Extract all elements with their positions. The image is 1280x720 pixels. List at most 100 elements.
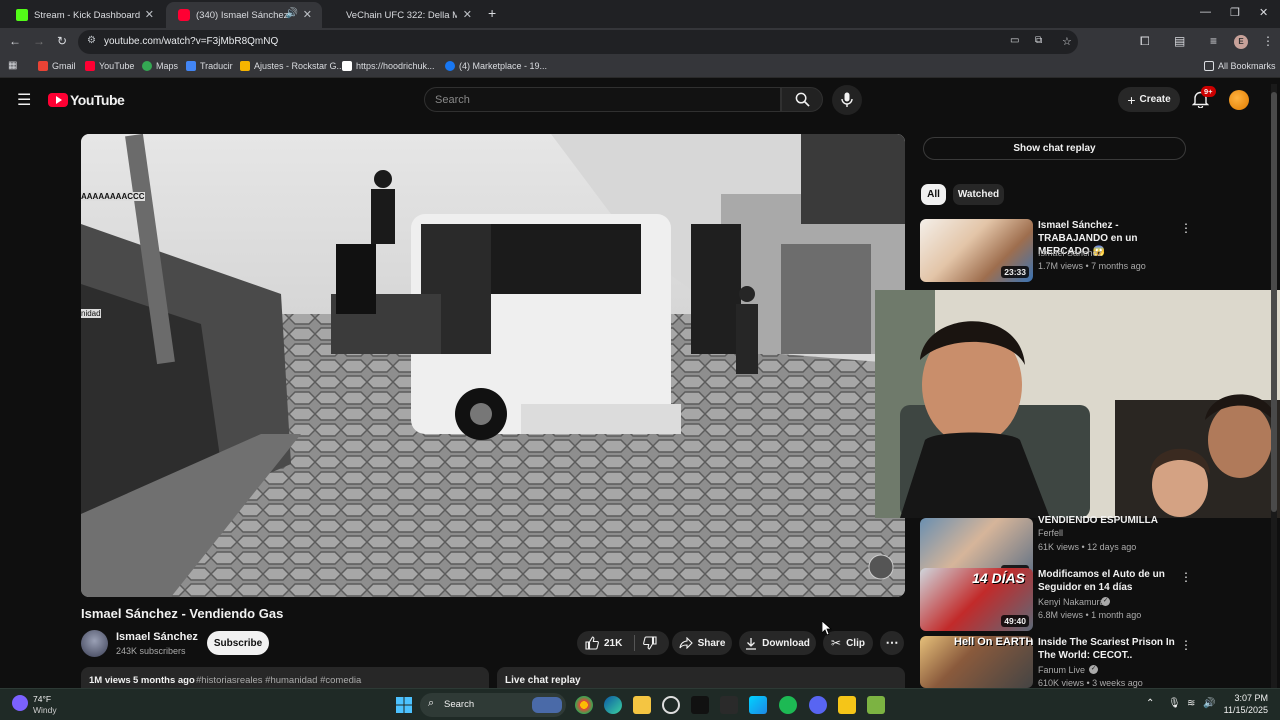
spotify-icon[interactable]	[779, 696, 797, 714]
bookmark-hoodrich[interactable]: https://hoodrichuk...	[342, 61, 435, 71]
tab-kick-dashboard[interactable]: Stream - Kick Dashboard ✕	[4, 2, 164, 28]
share-arrow-icon	[679, 637, 693, 649]
show-chat-replay-button[interactable]: Show chat replay	[923, 137, 1186, 160]
site-info-icon[interactable]: ⚙	[87, 35, 96, 46]
back-icon[interactable]: ←	[9, 34, 21, 48]
more-options-icon[interactable]: ⋮	[1180, 570, 1192, 584]
cast-icon[interactable]: ▭	[1010, 35, 1019, 46]
close-window-icon[interactable]: ✕	[1259, 6, 1268, 19]
clock-time[interactable]: 3:07 PM	[1226, 693, 1268, 703]
all-bookmarks[interactable]: All Bookmarks	[1204, 61, 1276, 71]
tab-youtube-video[interactable]: (340) Ismael Sánchez - Vend 🔊 ✕	[166, 2, 322, 28]
forward-icon[interactable]: →	[33, 34, 45, 48]
apps-grid-icon[interactable]: ▦	[8, 60, 17, 71]
chrome-icon[interactable]	[575, 696, 593, 714]
download-button[interactable]: Download	[739, 631, 816, 655]
scissors-icon: ✂	[831, 636, 842, 650]
recommendation-channel[interactable]: Ferfell	[1038, 528, 1063, 538]
close-tab-icon[interactable]: ✕	[463, 8, 472, 21]
recommendation-channel[interactable]: Kenyi Nakamura	[1038, 597, 1105, 607]
close-tab-icon[interactable]: ✕	[145, 8, 154, 21]
download-icon	[746, 637, 757, 650]
bookmark-maps[interactable]: Maps	[142, 61, 178, 71]
app-icon[interactable]	[867, 696, 885, 714]
thumbs-down-icon[interactable]	[643, 636, 657, 650]
bookmark-star-icon[interactable]: ☆	[1062, 35, 1072, 48]
like-button[interactable]: 21K	[585, 636, 622, 650]
chip-all[interactable]: All	[921, 184, 946, 205]
subscribe-button[interactable]: Subscribe	[207, 631, 269, 655]
bookmark-gmail[interactable]: Gmail	[38, 61, 76, 71]
address-bar[interactable]: ⚙ youtube.com/watch?v=F3jMbR8QmNQ ☆ ⧉ ▭	[78, 30, 1078, 54]
translate-icon[interactable]: ⧉	[1035, 35, 1042, 46]
search-button[interactable]	[781, 87, 823, 112]
app-icon[interactable]	[838, 696, 856, 714]
media-icon[interactable]: ≡	[1210, 34, 1217, 48]
speaker-icon[interactable]: 🔊	[286, 8, 298, 19]
bookmark-rockstar[interactable]: Ajustes - Rockstar G...	[240, 61, 344, 71]
account-avatar[interactable]	[1229, 90, 1249, 110]
recommendation-title[interactable]: Modificamos el Auto de un Seguidor en 14…	[1038, 568, 1178, 594]
profile-avatar[interactable]: E	[1234, 35, 1248, 49]
video-player[interactable]: AAAAAAAACCC nidad	[81, 134, 905, 597]
windows-start-icon[interactable]	[396, 697, 412, 713]
search-input[interactable]: Search	[424, 87, 781, 112]
scrollbar-thumb[interactable]	[1271, 92, 1277, 512]
volume-icon[interactable]: 🔊	[1203, 698, 1215, 709]
search-highlight-image	[532, 697, 562, 713]
tiktok-icon[interactable]	[691, 696, 709, 714]
more-options-icon[interactable]: ⋮	[1180, 638, 1192, 652]
epic-games-icon[interactable]	[720, 696, 738, 714]
taskbar-search[interactable]: ⌕ Search	[420, 693, 566, 717]
create-button[interactable]: + Create	[1118, 87, 1180, 112]
video-thumbnail[interactable]: Hell On EARTH	[920, 636, 1033, 688]
channel-avatar[interactable]	[81, 630, 108, 657]
bookmark-traducir[interactable]: Traducir	[186, 61, 233, 71]
share-button[interactable]: Share	[672, 631, 732, 655]
subscriber-count: 243K subscribers	[116, 646, 186, 656]
bookmark-marketplace[interactable]: (4) Marketplace - 19...	[445, 61, 547, 71]
notification-badge: 9+	[1201, 86, 1216, 97]
thumbs-up-icon	[585, 636, 599, 650]
recommendation-item[interactable]: 23:33 Ismael Sánchez - TRABAJANDO en un …	[920, 219, 1220, 283]
file-explorer-icon[interactable]	[633, 696, 651, 714]
hashtags[interactable]: #historiasreales #humanidad #comedia	[196, 675, 361, 686]
page-scrollbar[interactable]	[1271, 84, 1277, 688]
clock-date[interactable]: 11/15/2025	[1222, 705, 1268, 715]
sidepanel-icon[interactable]: ▤	[1174, 34, 1185, 48]
more-actions-icon[interactable]: ⋯	[880, 631, 904, 655]
tab-vechain-ufc[interactable]: VeChain UFC 322: Della Maddal ✕	[330, 2, 482, 28]
channel-name[interactable]: Ismael Sánchez	[116, 631, 198, 643]
voice-search-button[interactable]	[832, 85, 862, 115]
restore-icon[interactable]: ❐	[1230, 6, 1240, 19]
bookmark-youtube[interactable]: YouTube	[85, 61, 134, 71]
video-thumbnail[interactable]: 14 DÍAS 49:40	[920, 568, 1033, 631]
hamburger-menu-icon[interactable]: ☰	[17, 90, 31, 110]
mic-tray-icon[interactable]: 🎙	[1168, 698, 1181, 709]
recommendation-title[interactable]: Inside The Scariest Prison In The World:…	[1038, 636, 1178, 662]
extensions-icon[interactable]: ⧠	[1140, 34, 1150, 49]
chip-watched[interactable]: Watched	[953, 184, 1004, 205]
minimize-icon[interactable]: —	[1200, 6, 1211, 18]
menu-kebab-icon[interactable]: ⋮	[1262, 34, 1274, 48]
discord-icon[interactable]	[809, 696, 827, 714]
tray-overflow-icon[interactable]: ⌃	[1146, 698, 1154, 709]
notifications-button[interactable]: 9+	[1191, 86, 1216, 113]
recommendation-item[interactable]: 14 DÍAS 49:40 Modificamos el Auto de un …	[920, 568, 1220, 632]
recommendation-channel[interactable]: Fanum Live	[1038, 665, 1085, 675]
recommendation-channel[interactable]: Ismael Sánchez	[1038, 248, 1102, 258]
close-tab-icon[interactable]: ✕	[303, 8, 312, 21]
reload-icon[interactable]: ↻	[57, 34, 67, 48]
video-thumbnail[interactable]: 23:33	[920, 219, 1033, 282]
new-tab-icon[interactable]: +	[488, 5, 496, 21]
recommendation-title[interactable]: VENDIENDO ESPUMILLA	[1038, 514, 1178, 527]
obs-icon[interactable]	[662, 696, 680, 714]
verified-icon: ✓	[1101, 597, 1110, 606]
youtube-logo[interactable]: YouTube	[48, 92, 125, 108]
wifi-icon[interactable]: ≋	[1187, 698, 1195, 709]
play-store-icon[interactable]	[749, 696, 767, 714]
edge-icon[interactable]	[604, 696, 622, 714]
url-text[interactable]: youtube.com/watch?v=F3jMbR8QmNQ	[104, 36, 278, 47]
duration-badge: 49:40	[1001, 615, 1029, 627]
more-options-icon[interactable]: ⋮	[1180, 221, 1192, 235]
